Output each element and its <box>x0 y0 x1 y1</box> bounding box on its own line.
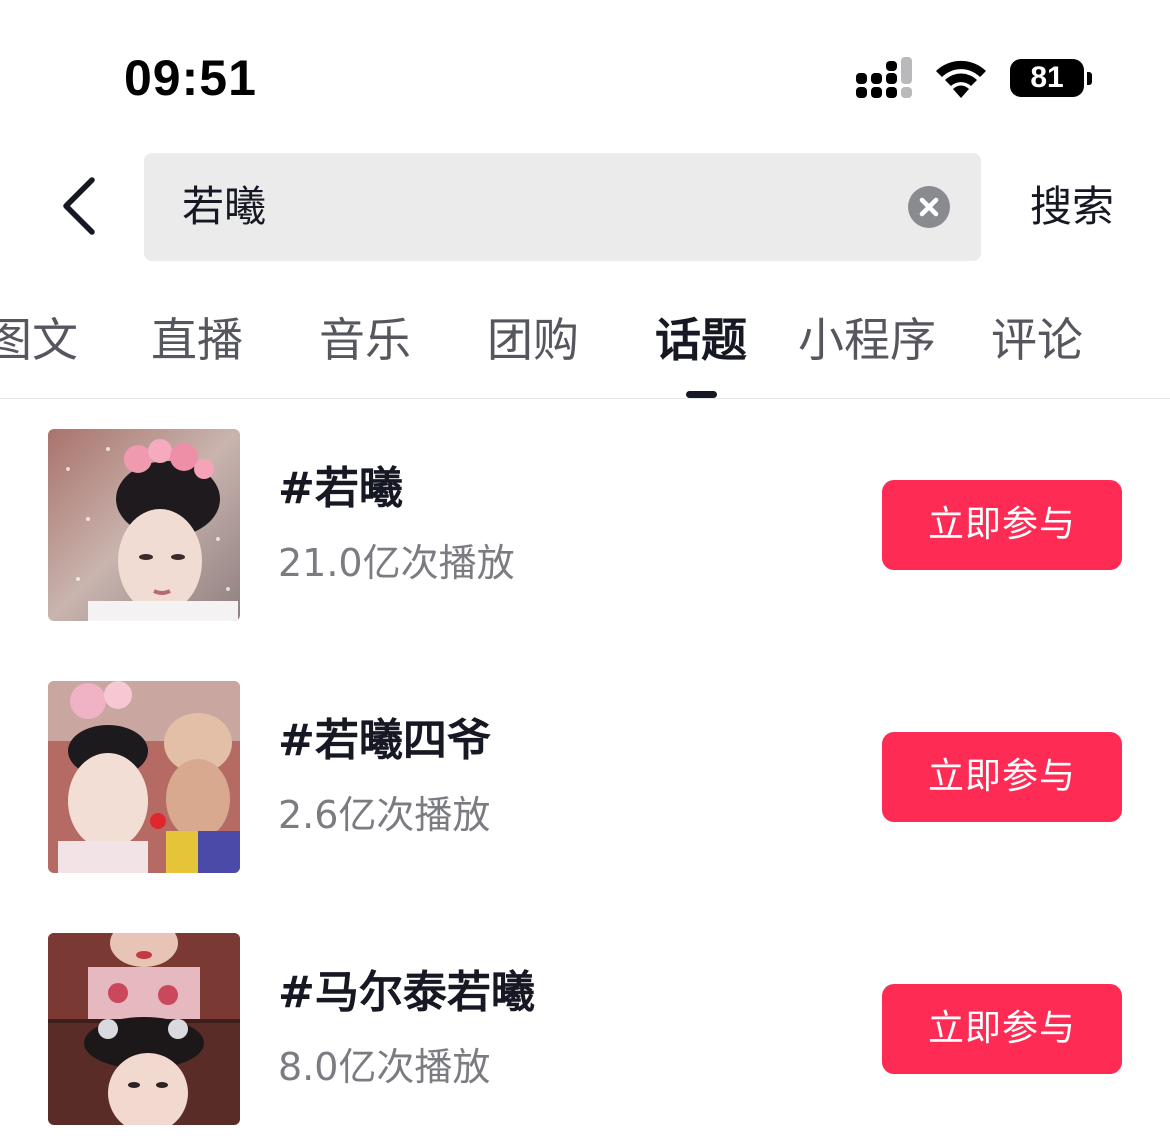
back-button[interactable] <box>52 170 112 242</box>
wifi-icon <box>936 60 986 98</box>
topic-thumbnail[interactable] <box>48 681 240 873</box>
topic-play-count: 8.0亿次播放 <box>278 1045 491 1089</box>
topic-title[interactable]: #马尔泰若曦 <box>278 961 535 1025</box>
topic-cover-image <box>48 933 240 1125</box>
topic-play-count: 21.0亿次播放 <box>278 541 515 585</box>
search-button[interactable]: 搜索 <box>1030 176 1114 238</box>
clear-circle-icon <box>919 197 939 217</box>
topic-title[interactable]: #若曦 <box>278 457 403 521</box>
topic-thumbnail[interactable] <box>48 933 240 1125</box>
topic-item[interactable]: #马尔泰若曦 8.0亿次播放 立即参与 <box>0 933 1170 1125</box>
tab-mini-programs[interactable]: 小程序 <box>798 310 936 370</box>
tab-group-buy[interactable]: 团购 <box>487 310 579 370</box>
topic-cover-image <box>48 681 240 873</box>
search-box[interactable]: 若曦 <box>144 153 981 261</box>
chevron-left-icon <box>63 177 95 235</box>
topic-play-count: 2.6亿次播放 <box>278 793 491 837</box>
join-topic-button[interactable]: 立即参与 <box>882 480 1122 570</box>
category-tabs: 图文 直播 音乐 团购 话题 小程序 评论 <box>0 288 1170 399</box>
topic-cover-image <box>48 429 240 621</box>
clear-search-button[interactable] <box>908 186 950 228</box>
status-bar: 09:51 81 <box>0 0 1170 150</box>
topic-item[interactable]: #若曦 21.0亿次播放 立即参与 <box>0 429 1170 621</box>
search-input[interactable]: 若曦 <box>182 153 266 261</box>
status-time: 09:51 <box>124 50 257 106</box>
tab-comments[interactable]: 评论 <box>991 310 1083 370</box>
tab-music[interactable]: 音乐 <box>319 310 411 370</box>
join-topic-button[interactable]: 立即参与 <box>882 732 1122 822</box>
topic-thumbnail[interactable] <box>48 429 240 621</box>
battery-icon: 81 <box>1010 59 1092 99</box>
battery-level: 81 <box>1010 59 1084 97</box>
topic-title[interactable]: #若曦四爷 <box>278 709 491 773</box>
battery-cap <box>1087 72 1092 85</box>
tab-topics[interactable]: 话题 <box>655 310 747 370</box>
cellular-signal-icon <box>856 57 912 98</box>
active-tab-indicator <box>686 391 717 398</box>
topic-item[interactable]: #若曦四爷 2.6亿次播放 立即参与 <box>0 681 1170 873</box>
tab-live[interactable]: 直播 <box>151 310 243 370</box>
tab-image-text[interactable]: 图文 <box>0 310 78 370</box>
join-topic-button[interactable]: 立即参与 <box>882 984 1122 1074</box>
